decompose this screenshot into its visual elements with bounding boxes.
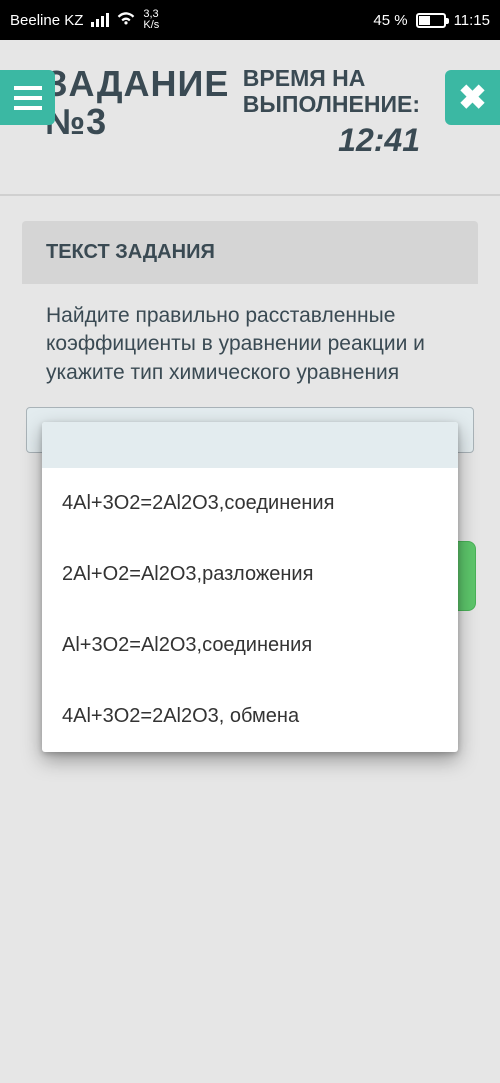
battery-icon bbox=[416, 13, 446, 28]
carrier-label: Beeline KZ bbox=[10, 12, 83, 29]
submit-button-edge[interactable] bbox=[456, 541, 476, 611]
hamburger-icon bbox=[14, 86, 42, 110]
task-card: ТЕКСТ ЗАДАНИЯ Найдите правильно расставл… bbox=[22, 221, 478, 453]
task-card-header: ТЕКСТ ЗАДАНИЯ bbox=[22, 221, 478, 284]
close-button[interactable]: ✖ bbox=[445, 70, 500, 125]
dropdown-option[interactable]: 4Al+3O2=2Al2O3, обмена bbox=[42, 681, 458, 752]
dropdown-header bbox=[42, 422, 458, 468]
timer-value: 12:41 bbox=[243, 122, 420, 159]
dropdown-option[interactable]: Al+3O2=Al2O3,соединения bbox=[42, 610, 458, 681]
status-bar: Beeline KZ 3,3 K/s 45 % 11:15 bbox=[0, 0, 500, 40]
timer-label-line2: ВЫПОЛНЕНИЕ: bbox=[243, 91, 420, 117]
clock: 11:15 bbox=[454, 12, 490, 29]
menu-button[interactable] bbox=[0, 70, 55, 125]
dropdown-option[interactable]: 4Al+3O2=2Al2O3,соединения bbox=[42, 468, 458, 539]
data-speed: 3,3 K/s bbox=[143, 9, 159, 31]
wifi-icon bbox=[117, 11, 135, 29]
timer-label-line1: ВРЕМЯ НА bbox=[243, 65, 366, 91]
task-prompt: Найдите правильно расставленные коэффици… bbox=[22, 284, 478, 403]
signal-icon bbox=[91, 13, 109, 27]
dropdown-option[interactable]: 2Al+O2=Al2O3,разложения bbox=[42, 539, 458, 610]
answer-dropdown: 4Al+3O2=2Al2O3,соединения 2Al+O2=Al2O3,р… bbox=[42, 422, 458, 752]
battery-percent: 45 % bbox=[373, 12, 407, 29]
task-title-line1: ЗАДАНИЕ bbox=[45, 63, 229, 104]
page-header: ✖ ЗАДАНИЕ №3 ВРЕМЯ НА ВЫПОЛНЕНИЕ: 12:41 bbox=[0, 40, 500, 196]
close-icon: ✖ bbox=[458, 78, 487, 118]
